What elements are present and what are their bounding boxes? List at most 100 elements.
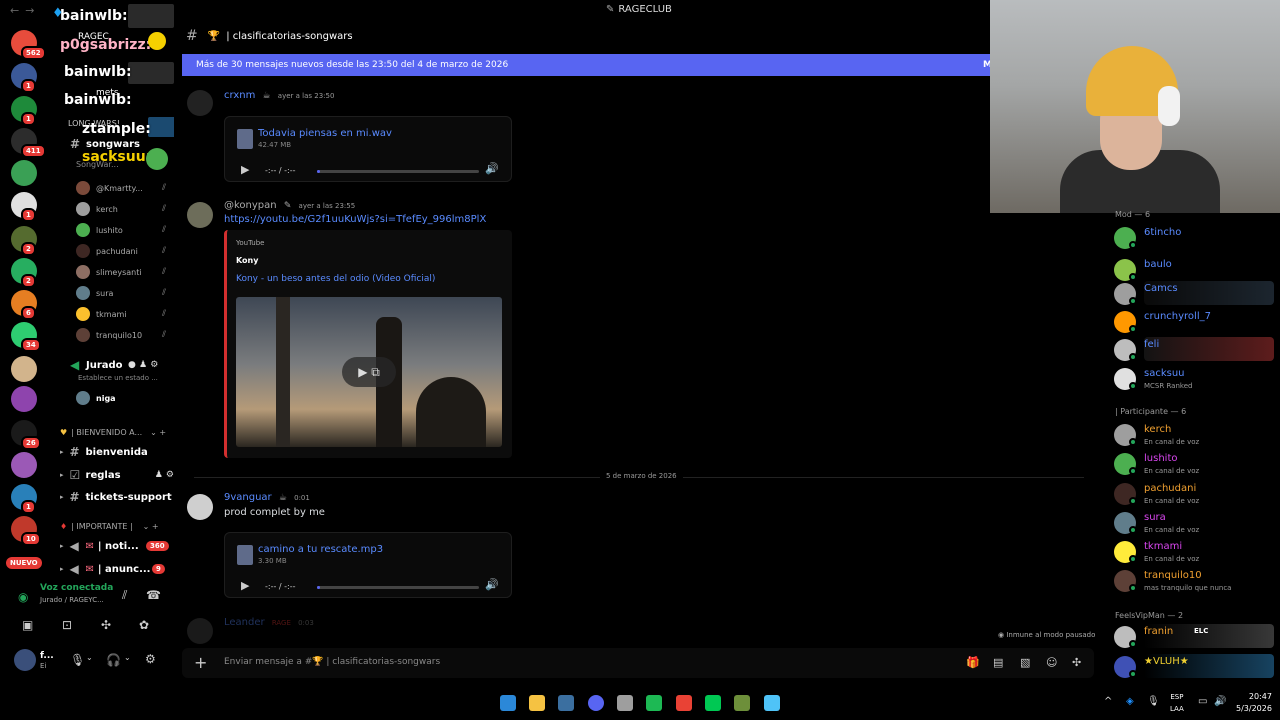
activities-icon[interactable]: ✣: [101, 618, 111, 632]
gift-icon[interactable]: 🎁: [966, 656, 980, 669]
chrome-icon[interactable]: [676, 695, 692, 711]
new-messages-bar[interactable]: Más de 30 mensajes nuevos desde las 23:5…: [182, 54, 994, 76]
author-name[interactable]: @konypan: [224, 200, 277, 211]
message-composer[interactable]: + Enviar mensaje a #🏆 | clasificatorias-…: [182, 648, 1094, 678]
add-channel-icon[interactable]: ⌄ +: [143, 522, 159, 531]
avatar[interactable]: [187, 494, 213, 520]
volume-tray-icon[interactable]: 🔊: [1214, 696, 1226, 707]
disconnect-icon[interactable]: ☎: [146, 588, 161, 602]
apps-icon[interactable]: ✣: [1072, 656, 1081, 669]
composer-placeholder[interactable]: Enviar mensaje a #🏆 | clasificatorias-so…: [224, 657, 440, 667]
voice-channel-jurado[interactable]: ◀ Jurado ● ♟ ⚙: [60, 355, 158, 375]
server-icon[interactable]: [11, 452, 37, 478]
play-icon[interactable]: ▶: [241, 579, 249, 592]
signal-icon[interactable]: ◉: [18, 590, 28, 604]
clock[interactable]: 20:47 5/3/2026: [1236, 691, 1272, 715]
headphones-icon[interactable]: 🎧: [106, 653, 121, 667]
noise-suppression-icon[interactable]: ⫽: [122, 588, 127, 603]
defender-icon[interactable]: ◈: [1126, 696, 1134, 707]
steam-icon[interactable]: [558, 695, 574, 711]
server-icon[interactable]: [11, 356, 37, 382]
file-name[interactable]: Todavia piensas en mi.wav: [258, 128, 392, 139]
avatar[interactable]: [187, 202, 213, 228]
chevron-down-icon[interactable]: ⌄: [124, 653, 131, 662]
network-icon[interactable]: ▭: [1198, 696, 1207, 707]
voice-user[interactable]: pachudani ⫽: [76, 242, 174, 260]
mic-tray-icon[interactable]: 🎙: [1147, 696, 1160, 707]
volume-icon[interactable]: 🔊: [485, 162, 499, 175]
mic-icon[interactable]: 🎙: [70, 653, 85, 667]
member-row[interactable]: pachudani En canal de voz: [1114, 481, 1274, 507]
minecraft-icon[interactable]: [734, 695, 750, 711]
spotify-icon[interactable]: [646, 695, 662, 711]
voice-user[interactable]: kerch ⫽: [76, 200, 174, 218]
volume-icon[interactable]: 🔊: [485, 578, 499, 591]
tray-overflow-icon[interactable]: ^: [1104, 696, 1112, 707]
channel-reglas[interactable]: ▸ ☑ reglas ♟ ⚙: [60, 465, 174, 485]
audio-progress[interactable]: [317, 170, 479, 173]
camera-off-icon[interactable]: ▣: [22, 618, 33, 632]
category-importante[interactable]: ♦ | IMPORTANTE | ⌄ +: [60, 522, 159, 531]
gif-icon[interactable]: ▤: [993, 656, 1003, 669]
member-row[interactable]: baulo: [1114, 257, 1274, 283]
channel-tickets[interactable]: ▸ # tickets-support: [60, 487, 172, 507]
voice-user[interactable]: sura ⫽: [76, 284, 174, 302]
member-row[interactable]: feli: [1114, 337, 1274, 363]
sticker-icon[interactable]: ▧: [1020, 656, 1030, 669]
channel-label: | anunc...: [97, 563, 151, 575]
notepad-icon[interactable]: [764, 695, 780, 711]
file-name[interactable]: camino a tu rescate.mp3: [258, 544, 383, 555]
screen-share-icon[interactable]: ⊡: [62, 618, 72, 632]
video-thumbnail[interactable]: ▶ ⧉: [236, 297, 502, 447]
obs-icon[interactable]: [617, 695, 633, 711]
member-row[interactable]: tranquilo10 mas tranquilo que nunca: [1114, 568, 1274, 594]
voice-user[interactable]: niga: [76, 389, 174, 407]
server-icon[interactable]: [11, 160, 37, 186]
chevron-down-icon[interactable]: ⌄: [86, 653, 93, 662]
avatar[interactable]: [187, 90, 213, 116]
chat-icon[interactable]: ● ♟ ⚙: [128, 360, 158, 370]
audio-progress[interactable]: [317, 586, 479, 589]
member-row[interactable]: lushito En canal de voz: [1114, 451, 1274, 477]
voice-user[interactable]: tranquilo10 ⫽: [76, 326, 174, 344]
member-row[interactable]: ★VLUH★: [1114, 654, 1274, 680]
server-icon[interactable]: [11, 386, 37, 412]
file-explorer-icon[interactable]: [529, 695, 545, 711]
settings-icon[interactable]: ♟ ⚙: [155, 470, 174, 480]
avatar[interactable]: [14, 649, 36, 671]
language-indicator[interactable]: ESP LAA: [1170, 691, 1184, 715]
voice-user[interactable]: @Kmartty... ⫽: [76, 179, 174, 197]
member-row[interactable]: franin ELC: [1114, 624, 1274, 650]
member-row[interactable]: crunchyroll_7: [1114, 309, 1274, 335]
member-row[interactable]: tkmami En canal de voz: [1114, 539, 1274, 565]
member-row[interactable]: 6tincho: [1114, 225, 1274, 251]
author-name[interactable]: crxnm: [224, 90, 255, 101]
channel-bienvenida[interactable]: ▸ # bienvenida: [60, 442, 148, 462]
member-row[interactable]: kerch En canal de voz: [1114, 422, 1274, 448]
emoji-icon[interactable]: ☺: [1046, 656, 1057, 669]
discord-icon[interactable]: [588, 695, 604, 711]
channel-noti[interactable]: ▸ ◀ ✉ | noti...: [60, 536, 139, 556]
play-icon[interactable]: ▶ ⧉: [342, 357, 396, 387]
history-nav[interactable]: ←→: [10, 4, 40, 17]
voice-user[interactable]: slimeysanti ⫽: [76, 263, 174, 281]
message-link[interactable]: https://youtu.be/G2f1uuKuWjs?si=TfefEy_9…: [224, 214, 486, 225]
avatar[interactable]: [187, 618, 213, 644]
soundboard-icon[interactable]: ✿: [139, 618, 149, 632]
author-name[interactable]: Leander: [224, 617, 265, 628]
member-row[interactable]: Camcs: [1114, 281, 1274, 307]
embed-author[interactable]: Kony: [236, 256, 258, 265]
category-bienvenido[interactable]: ♥ | BIENVENIDO A... ⌄ +: [60, 428, 166, 437]
author-name[interactable]: 9vanguar: [224, 492, 272, 503]
member-row[interactable]: sacksuu MCSR Ranked: [1114, 366, 1274, 392]
app-green-icon[interactable]: [705, 695, 721, 711]
plus-icon[interactable]: +: [194, 653, 207, 672]
embed-title[interactable]: Kony - un beso antes del odio (Video Ofi…: [236, 274, 435, 284]
add-channel-icon[interactable]: ⌄ +: [150, 428, 166, 437]
play-icon[interactable]: ▶: [241, 163, 249, 176]
voice-user[interactable]: tkmami ⫽: [76, 305, 174, 323]
voice-user[interactable]: lushito ⫽: [76, 221, 174, 239]
settings-icon[interactable]: ⚙: [145, 652, 156, 666]
member-row[interactable]: sura En canal de voz: [1114, 510, 1274, 536]
windows-start-icon[interactable]: [500, 695, 516, 711]
